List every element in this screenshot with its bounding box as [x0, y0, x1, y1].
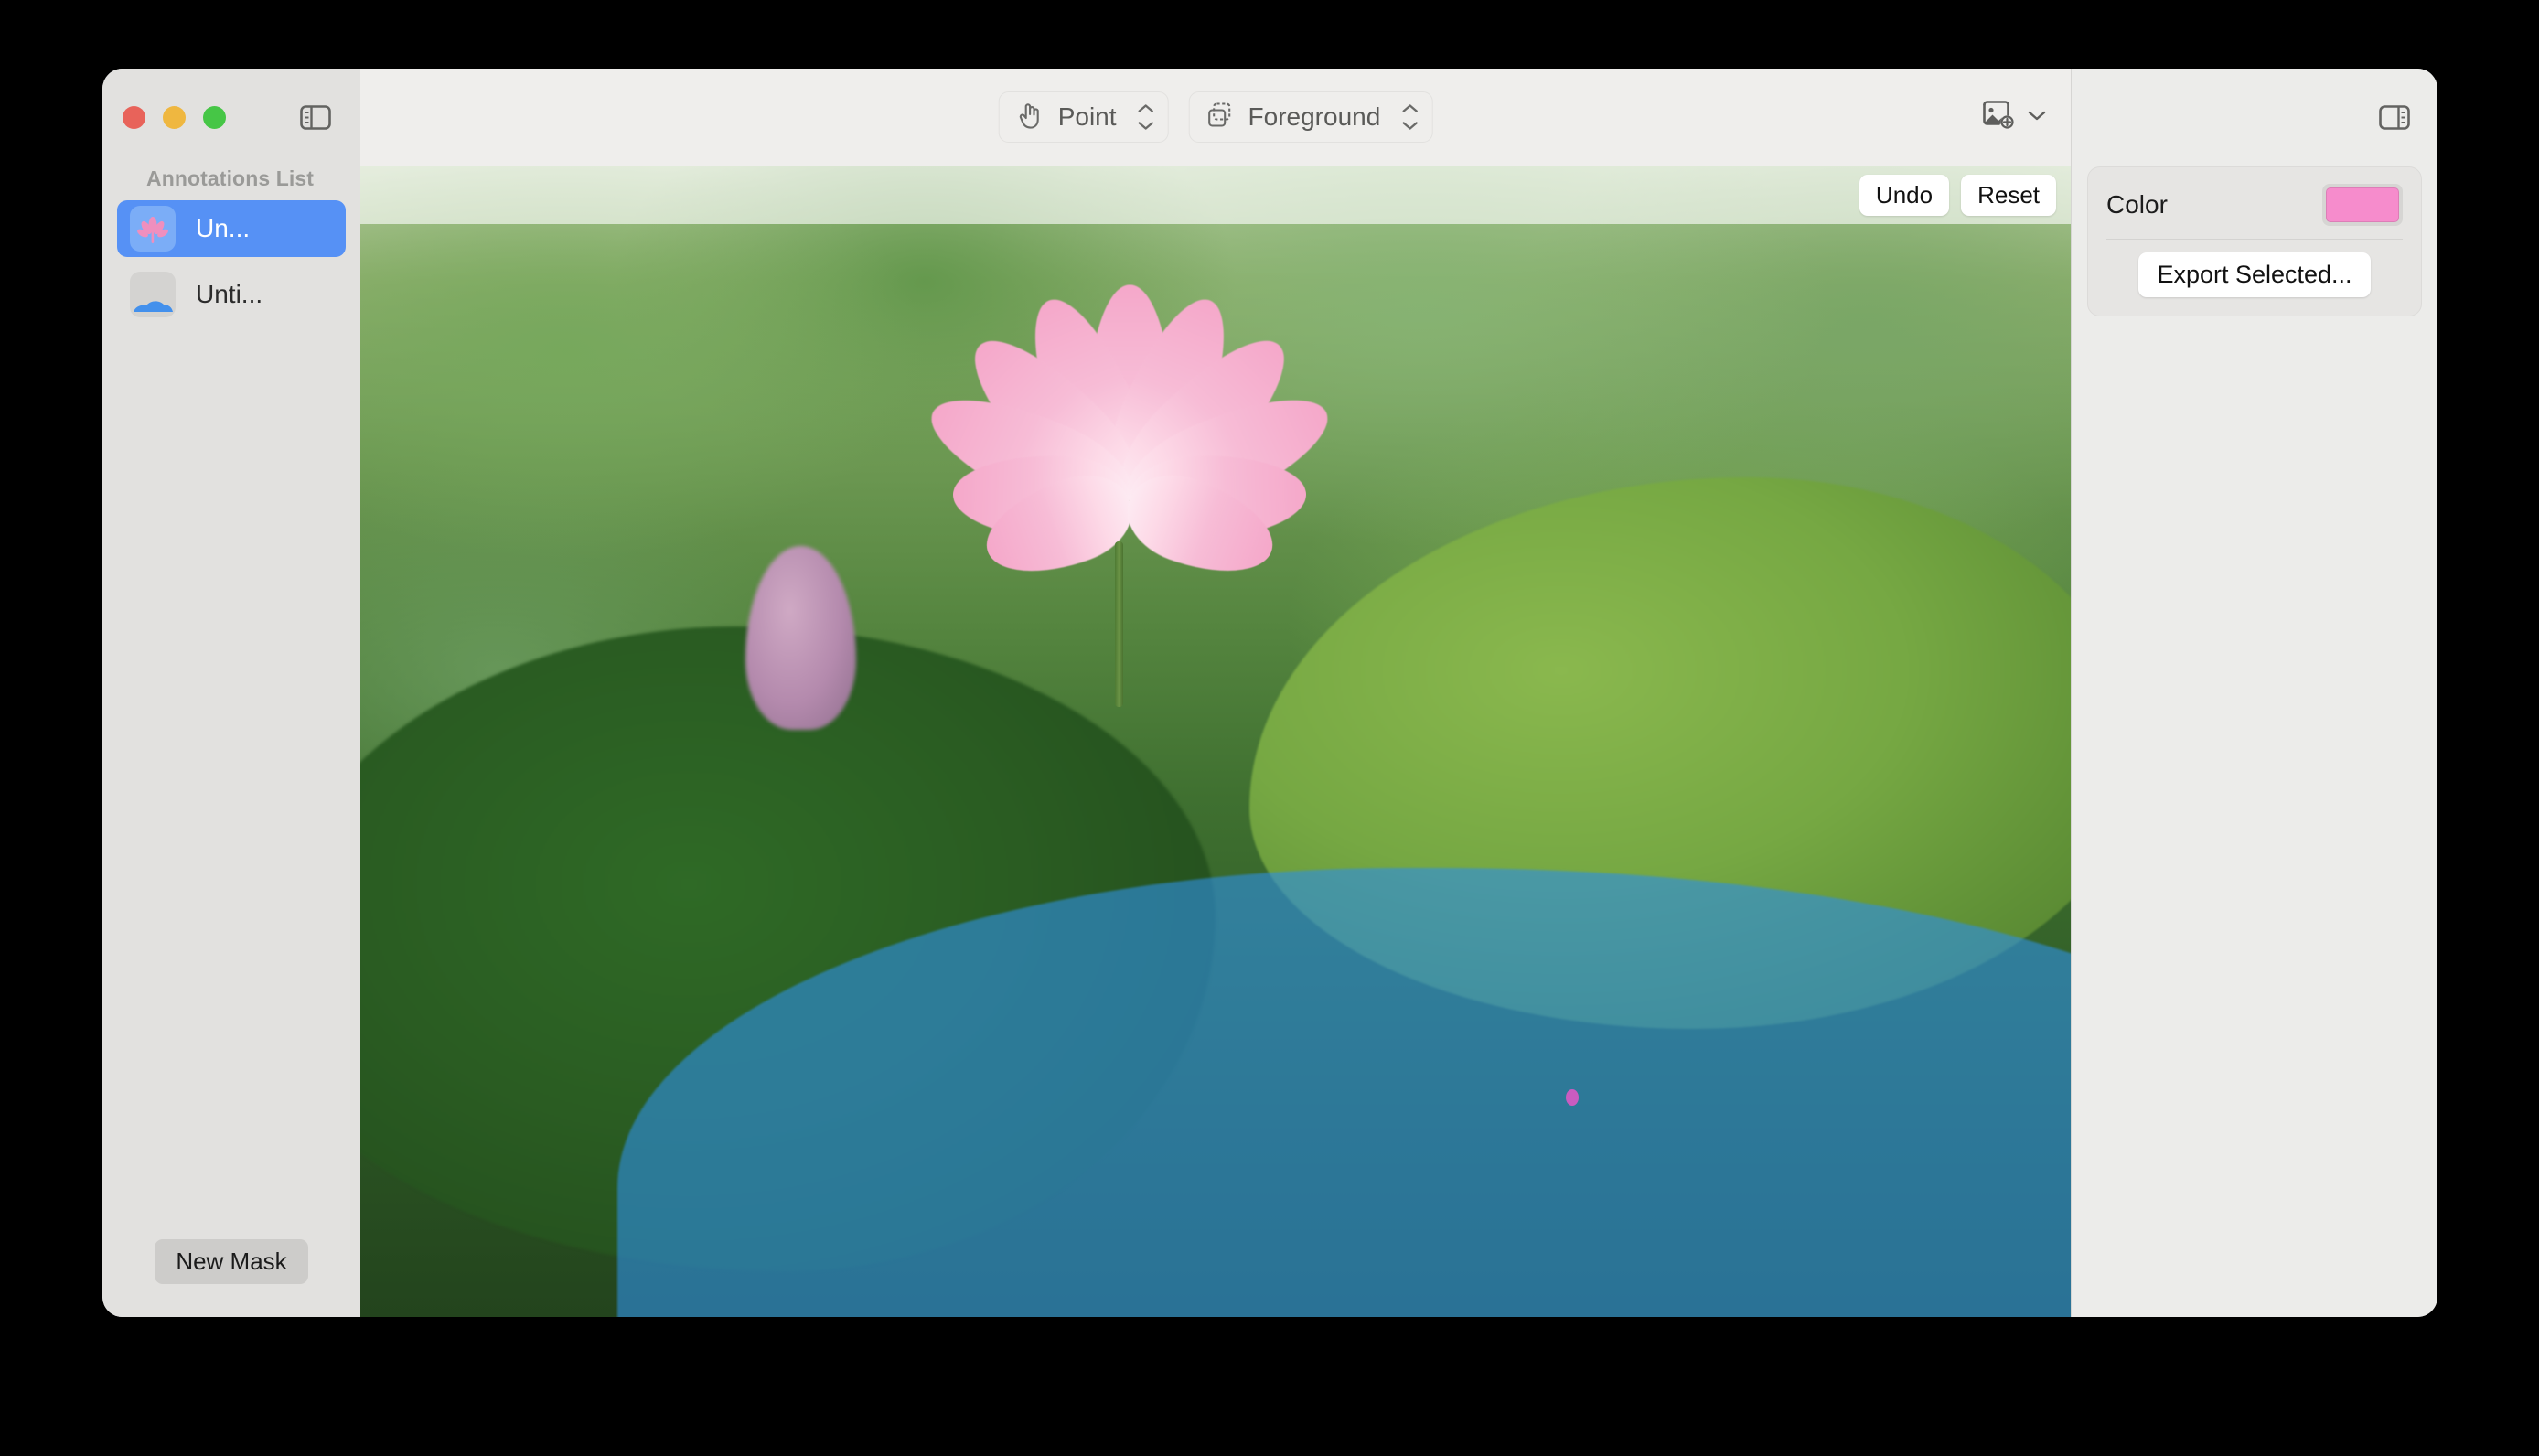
toolbar: Point Foreground: [360, 69, 2071, 166]
leaf-mask-thumb: [130, 272, 176, 317]
color-label: Color: [2106, 190, 2168, 219]
lotus-stem-shape: [1115, 541, 1123, 708]
sidebar: Annotations List Un... Unti... New Mask: [102, 69, 360, 1317]
lotus-flower-shape: [882, 284, 1377, 708]
annotation-label: Unti...: [196, 280, 263, 308]
toolbar-center-group: Point Foreground: [998, 91, 1433, 143]
annotation-row[interactable]: Unti...: [117, 266, 346, 323]
canvas-action-bar: Undo Reset: [360, 166, 2071, 224]
annotations-list-header: Annotations List: [146, 166, 315, 190]
annotations-list: Un... Unti...: [102, 200, 360, 323]
lotus-bud-shape: [745, 546, 857, 731]
traffic-lights: [123, 106, 226, 129]
main-column: Point Foreground Undo Reset: [360, 69, 2071, 1317]
new-mask-button[interactable]: New Mask: [155, 1239, 308, 1284]
new-mask-container: New Mask: [102, 1239, 360, 1317]
app-window: Annotations List Un... Unti... New Mask …: [102, 69, 2437, 1317]
export-selected-button[interactable]: Export Selected...: [2138, 252, 2371, 297]
flower-mask-thumb: [130, 206, 176, 252]
lotus-photograph: [360, 166, 2071, 1317]
inspector-divider: [2106, 239, 2403, 240]
pointing-hand-icon: [1016, 101, 1044, 134]
annotation-row[interactable]: Un...: [117, 200, 346, 257]
export-row: Export Selected...: [2106, 252, 2403, 297]
stepper-chevrons-icon[interactable]: [1137, 104, 1155, 130]
color-swatch: [2326, 187, 2399, 222]
layer-picker[interactable]: Foreground: [1188, 91, 1433, 143]
inspector-card: Color Export Selected...: [2087, 166, 2422, 316]
image-canvas[interactable]: Undo Reset: [360, 166, 2071, 1317]
close-button[interactable]: [123, 106, 145, 129]
mode-picker[interactable]: Point: [998, 91, 1169, 143]
undo-button[interactable]: Undo: [1859, 175, 1950, 216]
sidebar-titlebar: [102, 69, 360, 166]
sidebar-left-icon[interactable]: [296, 99, 335, 137]
reset-button[interactable]: Reset: [1961, 175, 2056, 216]
zoom-button[interactable]: [203, 106, 226, 129]
chevron-down-icon[interactable]: [2027, 109, 2047, 126]
color-swatch-button[interactable]: [2322, 184, 2403, 226]
toolbar-right-group: [1974, 94, 2071, 141]
annotation-label: Un...: [196, 214, 251, 242]
layers-icon: [1206, 102, 1234, 134]
sidebar-right-icon[interactable]: [2375, 99, 2414, 137]
color-row: Color: [2106, 173, 2403, 237]
inspector-panel: Color Export Selected...: [2071, 69, 2437, 1317]
add-photo-button[interactable]: [1974, 94, 2054, 141]
layer-picker-label: Foreground: [1248, 102, 1381, 131]
add-photo-icon: [1981, 100, 2018, 135]
mode-picker-label: Point: [1057, 102, 1117, 131]
minimize-button[interactable]: [163, 106, 186, 129]
stepper-chevrons-icon[interactable]: [1400, 104, 1419, 130]
inspector-titlebar: [2072, 69, 2437, 166]
